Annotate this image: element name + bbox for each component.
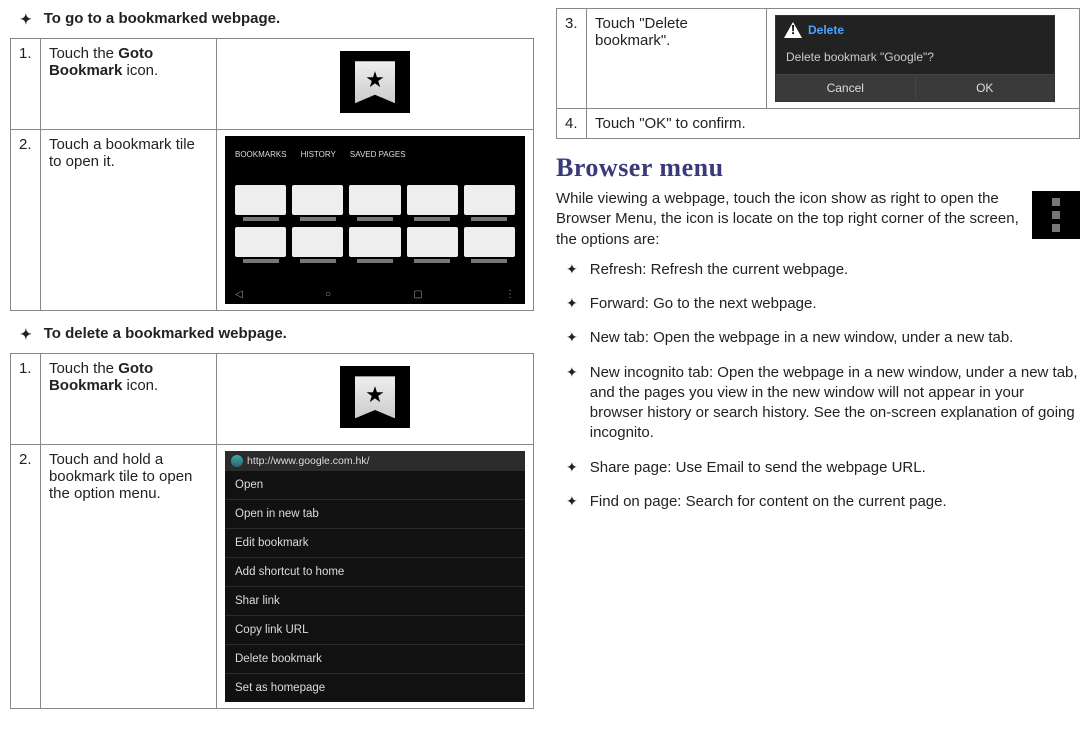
star-icon: ✦ bbox=[566, 363, 578, 444]
context-menu-item: Edit bookmark bbox=[225, 529, 525, 558]
star-icon: ✦ bbox=[20, 10, 32, 28]
ok-button: OK bbox=[915, 74, 1055, 101]
heading-delete-bookmark: ✦ To delete a bookmarked webpage. bbox=[20, 325, 534, 343]
context-menu-screenshot: http://www.google.com.hk/ Open Open in n… bbox=[225, 451, 525, 702]
step-image bbox=[217, 354, 534, 445]
option-text: Share page: Use Email to send the webpag… bbox=[590, 458, 926, 478]
star-icon: ✦ bbox=[566, 328, 578, 348]
option-text: Find on page: Search for content on the … bbox=[590, 492, 947, 512]
delete-steps-table-cont: 3. Touch "Delete bookmark". Delete Delet… bbox=[556, 8, 1080, 139]
option-text: Forward: Go to the next webpage. bbox=[590, 294, 817, 314]
star-icon: ✦ bbox=[566, 458, 578, 478]
step-image: http://www.google.com.hk/ Open Open in n… bbox=[217, 445, 534, 709]
step-image bbox=[217, 39, 534, 130]
context-menu-item: Set as homepage bbox=[225, 674, 525, 702]
intro-paragraph: While viewing a webpage, touch the icon … bbox=[556, 189, 1020, 250]
step-number: 2. bbox=[11, 130, 41, 311]
option-text: Refresh: Refresh the current webpage. bbox=[590, 260, 848, 280]
step-text: Touch and hold a bookmark tile to open t… bbox=[40, 445, 216, 709]
star-icon: ✦ bbox=[566, 260, 578, 280]
right-column: 3. Touch "Delete bookmark". Delete Delet… bbox=[556, 8, 1080, 723]
heading-text: To delete a bookmarked webpage. bbox=[44, 325, 287, 343]
context-menu-item: Open in new tab bbox=[225, 500, 525, 529]
step-image: Delete Delete bookmark "Google"? Cancel … bbox=[767, 9, 1080, 109]
star-icon: ✦ bbox=[566, 492, 578, 512]
step-text: Touch "Delete bookmark". bbox=[587, 9, 767, 109]
heading-text: To go to a bookmarked webpage. bbox=[44, 10, 280, 28]
section-title: Browser menu bbox=[556, 153, 1080, 183]
goto-steps-table: 1. Touch the Goto Bookmark icon. 2. Touc… bbox=[10, 38, 534, 311]
context-menu-item: Copy link URL bbox=[225, 616, 525, 645]
step-image: BOOKMARKSHISTORYSAVED PAGES bbox=[217, 130, 534, 311]
context-menu-item: Add shortcut to home bbox=[225, 558, 525, 587]
dialog-message: Delete bookmark "Google"? bbox=[776, 44, 1054, 74]
step-number: 4. bbox=[557, 109, 587, 139]
delete-dialog-screenshot: Delete Delete bookmark "Google"? Cancel … bbox=[775, 15, 1055, 102]
browser-menu-options: ✦ Refresh: Refresh the current webpage. ✦… bbox=[556, 260, 1080, 512]
goto-bookmark-icon bbox=[340, 366, 410, 428]
address-bar: http://www.google.com.hk/ bbox=[225, 451, 525, 471]
left-column: ✦ To go to a bookmarked webpage. 1. Touc… bbox=[10, 8, 534, 723]
overflow-menu-icon bbox=[1032, 191, 1080, 239]
delete-steps-table: 1. Touch the Goto Bookmark icon. 2. Touc… bbox=[10, 353, 534, 709]
cancel-button: Cancel bbox=[776, 74, 915, 101]
heading-goto-bookmark: ✦ To go to a bookmarked webpage. bbox=[20, 10, 534, 28]
star-icon: ✦ bbox=[20, 325, 32, 343]
globe-icon bbox=[231, 455, 243, 467]
context-menu-item: Shar link bbox=[225, 587, 525, 616]
step-text: Touch the Goto Bookmark icon. bbox=[40, 39, 216, 130]
step-number: 3. bbox=[557, 9, 587, 109]
star-icon: ✦ bbox=[566, 294, 578, 314]
step-text: Touch a bookmark tile to open it. bbox=[40, 130, 216, 311]
step-number: 2. bbox=[11, 445, 41, 709]
step-number: 1. bbox=[11, 354, 41, 445]
context-menu-item: Delete bookmark bbox=[225, 645, 525, 674]
bookmark-tiles-screenshot: BOOKMARKSHISTORYSAVED PAGES bbox=[225, 136, 525, 304]
goto-bookmark-icon bbox=[340, 51, 410, 113]
context-menu-item: Open bbox=[225, 471, 525, 500]
warning-icon bbox=[784, 22, 802, 38]
option-text: New tab: Open the webpage in a new windo… bbox=[590, 328, 1014, 348]
dialog-title: Delete bbox=[808, 23, 844, 37]
step-text: Touch "OK" to confirm. bbox=[587, 109, 1080, 139]
step-text: Touch the Goto Bookmark icon. bbox=[40, 354, 216, 445]
step-number: 1. bbox=[11, 39, 41, 130]
option-text: New incognito tab: Open the webpage in a… bbox=[590, 363, 1080, 444]
